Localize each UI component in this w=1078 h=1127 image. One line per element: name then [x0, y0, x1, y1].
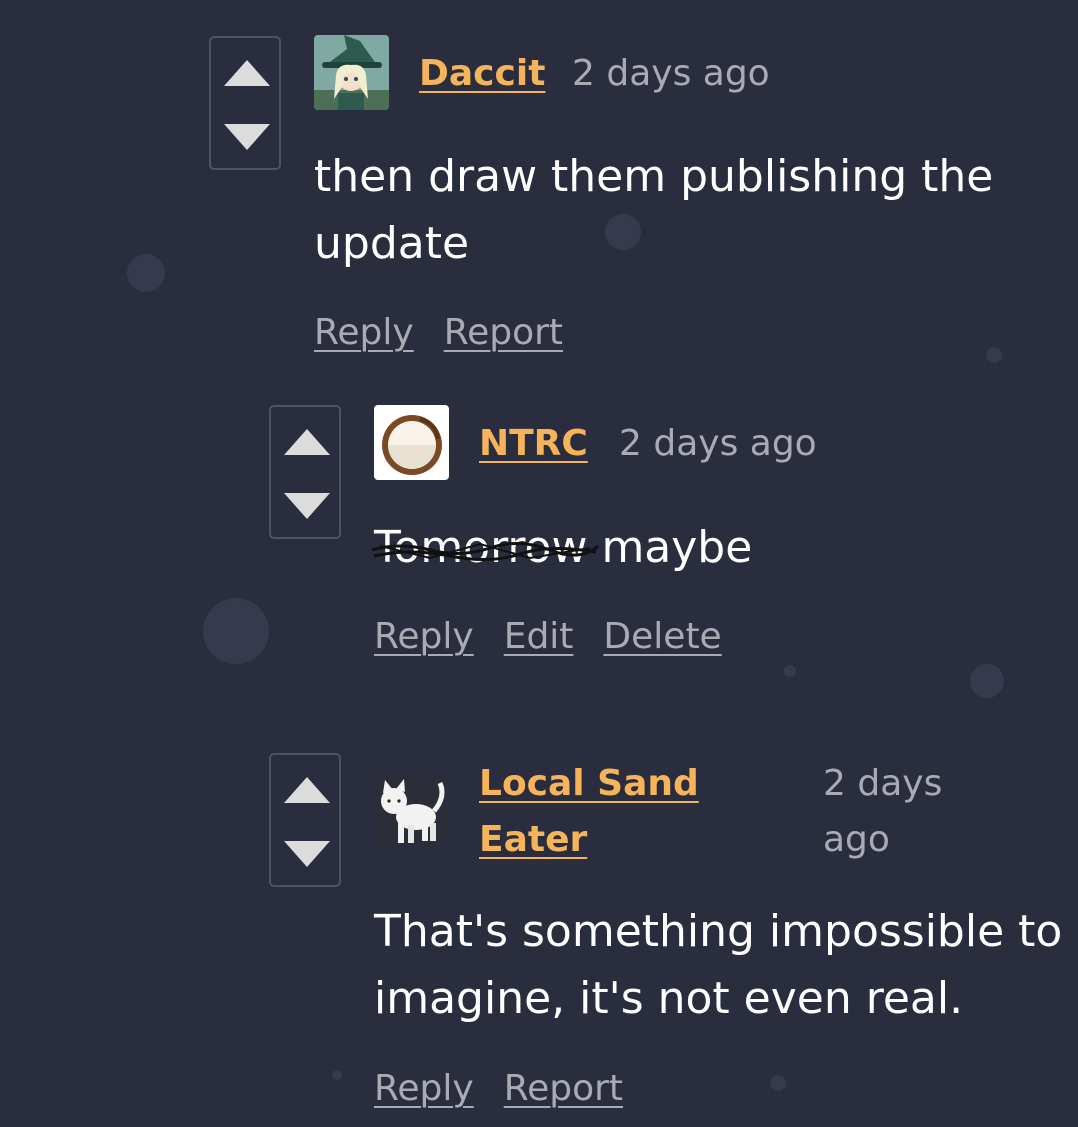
cat-avatar[interactable] — [374, 771, 449, 846]
author-name[interactable]: Local Sand Eater — [479, 756, 719, 868]
comment-local-sand-eater: Local Sand Eater 2 days ago That's somet… — [0, 0, 1078, 1127]
comment-body: That's something impossible to imagine, … — [374, 906, 1063, 1024]
report-link[interactable]: Report — [504, 1064, 623, 1114]
upvote-icon[interactable] — [284, 777, 330, 803]
timestamp: 2 days ago — [823, 763, 943, 860]
vote-box — [269, 753, 341, 887]
downvote-icon[interactable] — [284, 841, 330, 867]
comment-actions: Reply Report — [374, 1064, 623, 1114]
reply-link[interactable]: Reply — [374, 1064, 474, 1114]
